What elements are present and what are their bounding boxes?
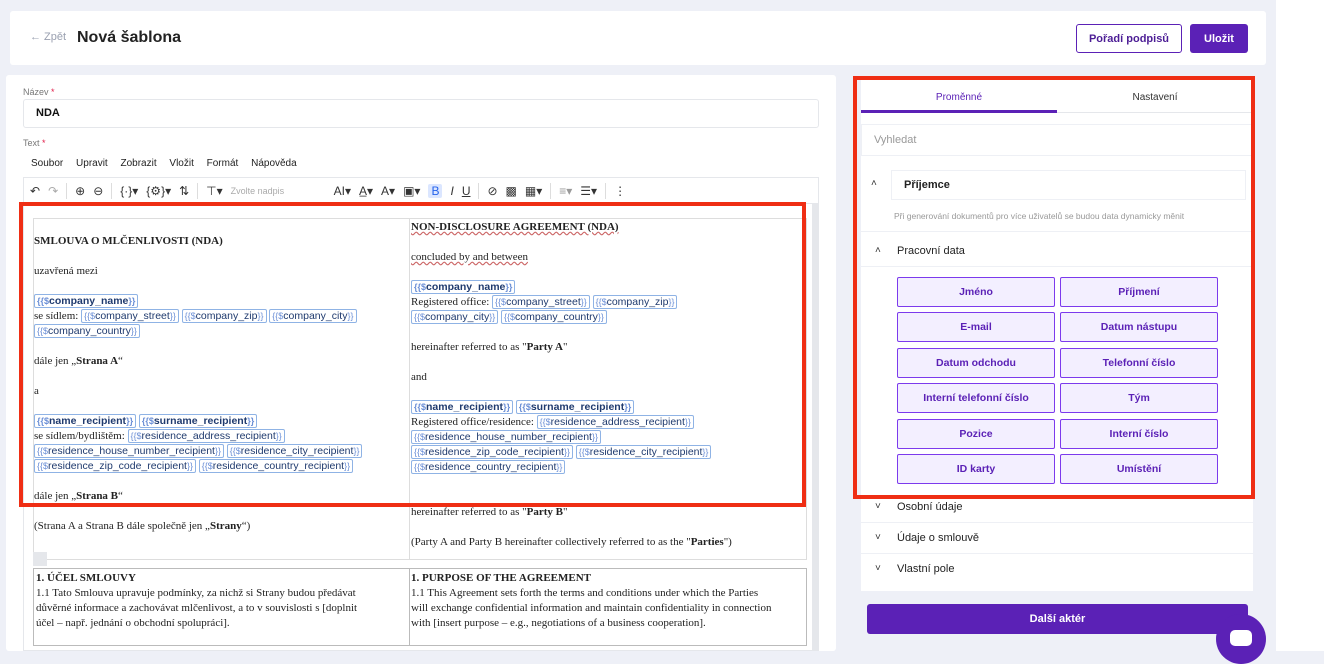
custom-label: Vlastní pole bbox=[897, 563, 955, 575]
personal-label: Osobní údaje bbox=[897, 501, 963, 513]
english-purpose-line: with [insert purpose – e.g., negotiation… bbox=[411, 617, 706, 629]
menu-file[interactable]: Soubor bbox=[31, 158, 63, 169]
toolbar-divider bbox=[197, 182, 199, 199]
editor-menubar: Soubor Upravit Zobrazit Vložit Formát Ná… bbox=[31, 158, 307, 169]
name-label: Název * bbox=[23, 87, 55, 97]
back-link[interactable]: ← Zpět bbox=[30, 31, 66, 43]
czech-purpose-line: důvěrné informace a zachovávat mlčenlivo… bbox=[36, 602, 358, 614]
image-icon[interactable]: ▩ bbox=[506, 184, 517, 198]
highlight-box-variables bbox=[853, 76, 1255, 499]
menu-view[interactable]: Zobrazit bbox=[121, 158, 157, 169]
english-parties: (Party A and Party B hereinafter collect… bbox=[411, 536, 732, 548]
table-icon[interactable]: ▦▾ bbox=[525, 184, 542, 198]
menu-edit[interactable]: Upravit bbox=[76, 158, 108, 169]
menu-insert[interactable]: Vložit bbox=[169, 158, 193, 169]
table-handle[interactable] bbox=[33, 552, 47, 566]
menu-format[interactable]: Formát bbox=[207, 158, 239, 169]
format-painter-icon[interactable]: ⊤▾ bbox=[206, 184, 222, 198]
header-bar: ← Zpět Nová šablona Pořadí podpisů Uloži… bbox=[10, 11, 1266, 65]
toolbar-divider bbox=[605, 182, 607, 199]
toolbar-divider bbox=[478, 182, 480, 199]
page-break-icon[interactable]: ⇅ bbox=[179, 184, 189, 198]
variable-settings-icon[interactable]: {⚙}▾ bbox=[146, 184, 171, 198]
next-actor-button[interactable]: Další aktér bbox=[867, 604, 1248, 634]
upload-icon[interactable]: ⊕ bbox=[75, 184, 85, 198]
english-purpose-line: will exchange confidential information a… bbox=[411, 602, 772, 614]
contract-label: Údaje o smlouvě bbox=[897, 532, 979, 544]
text-color-icon[interactable]: A▾ bbox=[381, 184, 395, 198]
text-label: Text * bbox=[23, 138, 46, 148]
link-icon[interactable]: ⊘ bbox=[487, 184, 497, 198]
font-size-icon[interactable]: AI▾ bbox=[334, 184, 351, 198]
heading-select[interactable]: Zvolte nadpis bbox=[231, 186, 326, 196]
text-style-icon[interactable]: A̲▾ bbox=[359, 184, 373, 198]
toolbar-divider bbox=[66, 182, 68, 199]
czech-purpose-line: 1.1 Tato Smlouva upravuje podmínky, za n… bbox=[36, 587, 356, 599]
redo-icon[interactable]: ↷ bbox=[48, 184, 58, 198]
editor-scrollbar[interactable] bbox=[812, 204, 818, 650]
underline-icon[interactable]: U bbox=[462, 184, 471, 198]
highlight-box-document bbox=[19, 202, 806, 507]
editor-toolbar: ↶ ↷ ⊕ ⊖ {·}▾ {⚙}▾ ⇅ ⊤▾ Zvolte nadpis AI▾… bbox=[23, 177, 819, 203]
save-button[interactable]: Uložit bbox=[1190, 24, 1248, 53]
english-party-b: hereinafter referred to as "Party B" bbox=[411, 506, 568, 518]
section-divider bbox=[861, 522, 1253, 523]
signature-order-button[interactable]: Pořadí podpisů bbox=[1076, 24, 1182, 53]
chevron-down-icon: ˅ bbox=[875, 532, 881, 543]
more-icon[interactable]: ⋮ bbox=[614, 184, 626, 198]
download-icon[interactable]: ⊖ bbox=[93, 184, 103, 198]
chevron-down-icon: ˅ bbox=[875, 563, 881, 574]
english-purpose-line: 1.1 This Agreement sets forth the terms … bbox=[411, 587, 759, 599]
italic-icon[interactable]: I bbox=[450, 184, 453, 198]
background-color-icon[interactable]: ▣▾ bbox=[403, 184, 420, 198]
english-purpose-title: 1. PURPOSE OF THE AGREEMENT bbox=[411, 572, 591, 584]
toolbar-divider bbox=[550, 182, 552, 199]
purpose-table: 1. ÚČEL SMLOUVY 1.1 Tato Smlouva upravuj… bbox=[33, 568, 807, 646]
list-icon[interactable]: ☰▾ bbox=[580, 184, 597, 198]
toolbar-divider bbox=[111, 182, 113, 199]
name-input[interactable]: NDA bbox=[23, 99, 819, 128]
chevron-down-icon: ˅ bbox=[875, 501, 881, 512]
czech-purpose-title: 1. ÚČEL SMLOUVY bbox=[36, 572, 136, 584]
variable-icon[interactable]: {·}▾ bbox=[120, 184, 138, 198]
bold-icon[interactable]: B bbox=[428, 183, 443, 198]
czech-parties: (Strana A a Strana B dále společně jen „… bbox=[34, 520, 251, 532]
page-edge bbox=[1276, 0, 1324, 651]
undo-icon[interactable]: ↶ bbox=[30, 184, 40, 198]
chat-icon bbox=[1230, 630, 1252, 646]
menu-help[interactable]: Nápověda bbox=[251, 158, 297, 169]
page-title: Nová šablona bbox=[77, 29, 182, 46]
chat-widget[interactable] bbox=[1216, 614, 1266, 664]
column-divider bbox=[409, 569, 410, 645]
czech-purpose-line: účel – např. jednání o obchodní spoluprá… bbox=[36, 617, 230, 629]
section-divider bbox=[861, 553, 1253, 554]
align-icon[interactable]: ≡▾ bbox=[559, 184, 572, 198]
